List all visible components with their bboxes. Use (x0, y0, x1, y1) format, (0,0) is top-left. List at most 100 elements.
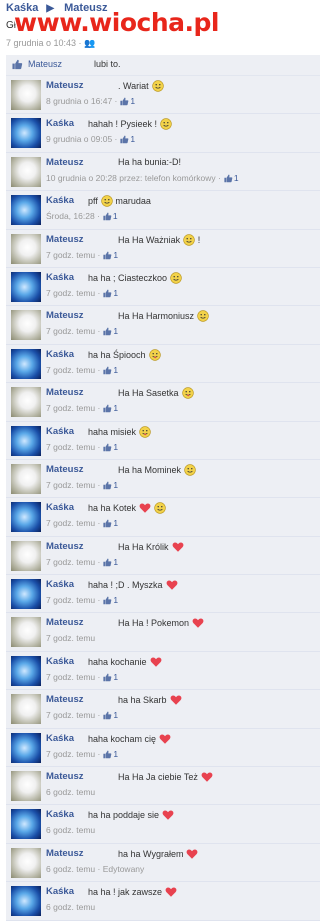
thumbs-up-icon (103, 481, 112, 490)
author-link[interactable]: Mateusz (46, 387, 83, 398)
avatar[interactable] (11, 655, 41, 686)
author-link[interactable]: Mateusz (46, 848, 83, 859)
comment-timestamp[interactable]: 7 godz. temu · (46, 749, 100, 759)
avatar[interactable] (11, 502, 41, 533)
like-count[interactable]: 1 (113, 672, 118, 682)
avatar[interactable] (11, 809, 41, 840)
avatar[interactable] (11, 732, 41, 763)
avatar[interactable] (11, 310, 41, 341)
like-count[interactable]: 1 (113, 211, 118, 221)
author-link[interactable]: Mateusz (46, 694, 83, 705)
author-link[interactable]: Kaśka (46, 886, 74, 897)
comment-timestamp[interactable]: 10 grudnia o 20:28 przez: telefon komórk… (46, 173, 221, 183)
comment-meta: 7 godz. temu · 1 (46, 672, 118, 682)
author-link[interactable]: Kaśka (46, 272, 74, 283)
like-count[interactable]: 1 (234, 173, 239, 183)
comment-list: Mateusz. Wariat 8 grudnia o 16:47 · 1 Kaśka… (6, 76, 320, 921)
avatar[interactable] (11, 233, 41, 264)
comment-timestamp[interactable]: 9 grudnia o 09:05 · (46, 134, 117, 144)
comment-timestamp[interactable]: 6 godz. temu (46, 787, 95, 797)
author-link[interactable]: Kaśka (46, 809, 74, 820)
avatar[interactable] (11, 771, 41, 802)
author-link[interactable]: Kaśka (46, 118, 74, 129)
author-link[interactable]: Kaśka (46, 349, 74, 360)
comment-timestamp[interactable]: 7 godz. temu (46, 633, 95, 643)
like-count[interactable]: 1 (113, 250, 118, 260)
comment-timestamp[interactable]: 7 godz. temu · (46, 595, 100, 605)
avatar[interactable] (11, 463, 41, 494)
comment-text: haha kochanie (88, 656, 162, 668)
heart-icon (166, 580, 177, 590)
author-link[interactable]: Kaśka (46, 195, 74, 206)
avatar[interactable] (11, 694, 41, 725)
author-link[interactable]: Mateusz (46, 80, 83, 91)
like-count[interactable]: 1 (113, 480, 118, 490)
avatar[interactable] (11, 425, 41, 456)
comment-timestamp[interactable]: 6 godz. temu · Edytowany (46, 864, 144, 874)
like-count[interactable]: 1 (113, 403, 118, 413)
author-link[interactable]: Mateusz (46, 771, 83, 782)
comment-timestamp[interactable]: 7 godz. temu · (46, 442, 100, 452)
avatar[interactable] (11, 118, 41, 149)
comment-timestamp[interactable]: 7 godz. temu · (46, 403, 100, 413)
comment-timestamp[interactable]: 7 godz. temu · (46, 326, 100, 336)
like-count[interactable]: 1 (113, 595, 118, 605)
avatar[interactable] (11, 579, 41, 610)
like-count[interactable]: 1 (130, 96, 135, 106)
comment-meta: 8 grudnia o 16:47 · 1 (46, 96, 135, 106)
comment-timestamp[interactable]: 7 godz. temu · (46, 288, 100, 298)
heart-icon (139, 503, 151, 514)
avatar[interactable] (11, 348, 41, 379)
author-link[interactable]: Kaśka (46, 502, 74, 513)
author-link[interactable]: Mateusz (46, 157, 83, 168)
author-link[interactable]: Kaśka (46, 579, 74, 590)
thumbs-up-icon (103, 519, 112, 528)
like-count[interactable]: 1 (113, 288, 118, 298)
author-link[interactable]: Kaśka (46, 656, 74, 667)
like-count[interactable]: 1 (113, 710, 118, 720)
comment-timestamp[interactable]: 8 grudnia o 16:47 · (46, 96, 117, 106)
author-link[interactable]: Kaśka (46, 426, 74, 437)
watermark: www.wiocha.pl (14, 8, 219, 37)
like-count[interactable]: 1 (130, 134, 135, 144)
avatar[interactable] (11, 617, 41, 648)
like-count[interactable]: 1 (113, 557, 118, 567)
comment-timestamp[interactable]: 6 godz. temu (46, 825, 95, 835)
avatar[interactable] (11, 80, 41, 110)
author-link[interactable]: Mateusz (46, 541, 83, 552)
author-link[interactable]: Mateusz (46, 617, 83, 628)
comment-timestamp[interactable]: 7 godz. temu · (46, 480, 100, 490)
like-count[interactable]: 1 (113, 749, 118, 759)
comment-item: Mateusz Ha ha Mominek 7 godz. temu · 1 (6, 459, 320, 499)
author-link[interactable]: Mateusz (46, 310, 83, 321)
comment-timestamp[interactable]: 7 godz. temu · (46, 672, 100, 682)
author-link[interactable]: Mateusz (46, 464, 83, 475)
like-count[interactable]: 1 (113, 518, 118, 528)
author-link[interactable]: Kaśka (46, 733, 74, 744)
comment-timestamp[interactable]: 6 godz. temu (46, 902, 95, 912)
comment-timestamp[interactable]: Środa, 16:28 · (46, 211, 100, 221)
avatar[interactable] (11, 156, 41, 187)
avatar[interactable] (11, 271, 41, 302)
smiley-icon (170, 272, 182, 284)
avatar[interactable] (11, 195, 41, 226)
comment-timestamp[interactable]: 7 godz. temu · (46, 557, 100, 567)
avatar[interactable] (11, 847, 41, 878)
comment-item: Kaśka haha kocham cię 7 godz. temu · 1 (6, 728, 320, 768)
thumbs-up-icon (103, 711, 112, 720)
like-user-link[interactable]: Mateusz (28, 59, 62, 69)
comment-timestamp[interactable]: 7 godz. temu · (46, 710, 100, 720)
author-link[interactable]: Mateusz (46, 234, 83, 245)
comment-timestamp[interactable]: 7 godz. temu · (46, 250, 100, 260)
header: Kaśka ▶ Mateusz Gł 7 grudnia o 10:43 · 👥 w… (0, 0, 326, 52)
avatar[interactable] (11, 886, 41, 917)
avatar[interactable] (11, 540, 41, 571)
like-count[interactable]: 1 (113, 365, 118, 375)
like-count[interactable]: 1 (113, 326, 118, 336)
comment-timestamp[interactable]: 7 godz. temu · (46, 518, 100, 528)
thumbs-up-icon (103, 328, 112, 336)
like-count[interactable]: 1 (113, 442, 118, 452)
comment-timestamp[interactable]: 7 godz. temu · (46, 365, 100, 375)
avatar[interactable] (11, 387, 41, 418)
heart-icon (159, 734, 171, 744)
